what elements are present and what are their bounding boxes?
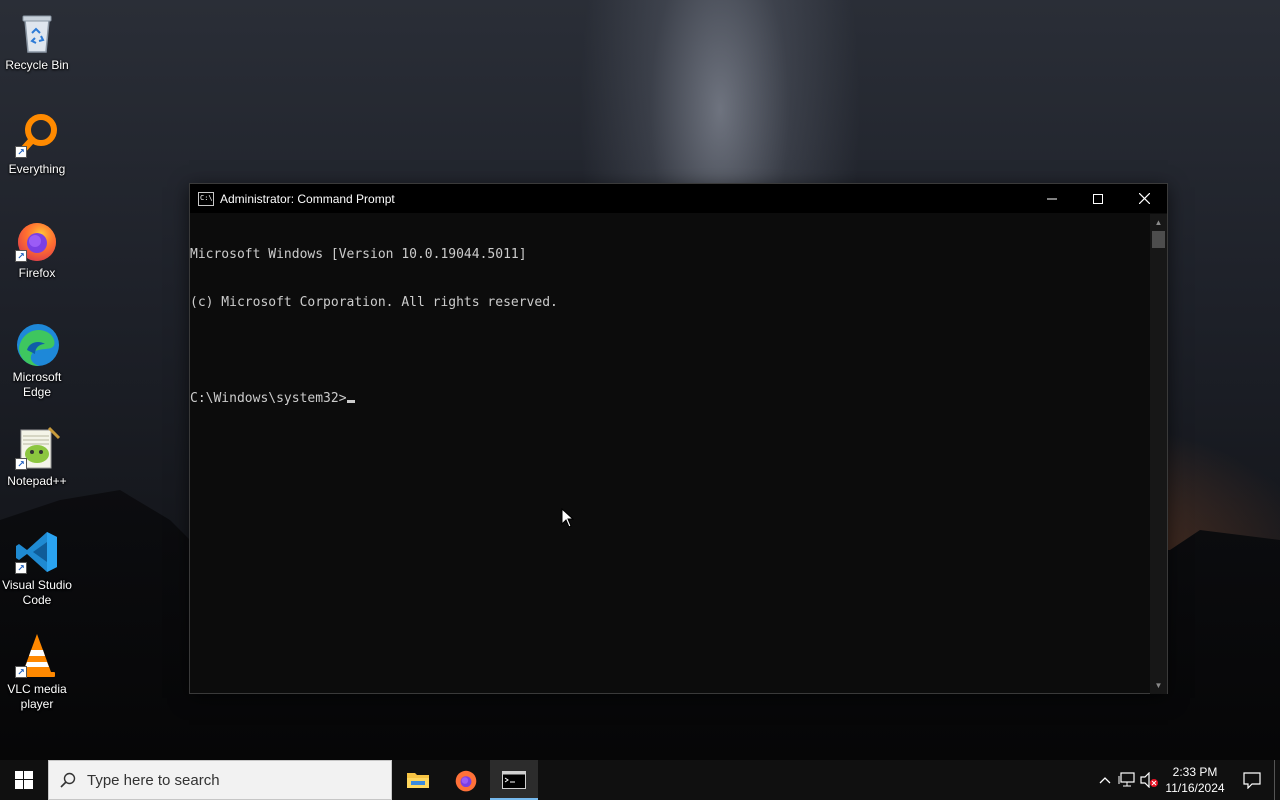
- recycle-bin-icon: [13, 8, 61, 56]
- text-cursor: [346, 400, 355, 403]
- desktop-icon-label: Firefox: [18, 266, 56, 280]
- desktop-icon-firefox[interactable]: ↗ Firefox: [0, 216, 74, 281]
- action-center-button[interactable]: [1230, 760, 1274, 800]
- cmd-icon: C:\: [198, 191, 214, 206]
- search-placeholder: Type here to search: [87, 771, 220, 789]
- desktop-icon-notepad-plus-plus[interactable]: ↗ Notepad++: [0, 424, 74, 489]
- console-prompt: C:\Windows\system32>: [190, 391, 347, 406]
- console-line: Microsoft Windows [Version 10.0.19044.50…: [190, 247, 527, 262]
- maximize-button[interactable]: [1075, 184, 1121, 213]
- network-button[interactable]: [1116, 760, 1138, 800]
- shortcut-arrow-icon: ↗: [15, 666, 27, 678]
- minimize-button[interactable]: [1029, 184, 1075, 213]
- notification-icon: [1243, 771, 1261, 789]
- vertical-scrollbar[interactable]: ▲ ▼: [1150, 214, 1167, 694]
- maximize-icon: [1093, 193, 1103, 204]
- desktop-icon-label: Microsoft Edge: [12, 370, 62, 399]
- chevron-up-icon: [1099, 777, 1111, 784]
- firefox-icon: ↗: [13, 216, 61, 264]
- desktop-icon-label: Notepad++: [7, 474, 67, 488]
- taskbar: Type here to search 2:33 PM 11/16/2024: [0, 760, 1280, 800]
- shortcut-arrow-icon: ↗: [15, 250, 27, 262]
- file-explorer-icon: [407, 773, 429, 788]
- vlc-icon: ↗: [13, 632, 61, 680]
- start-button[interactable]: [0, 760, 48, 800]
- taskbar-firefox[interactable]: [442, 760, 490, 800]
- clock-time: 2:33 PM: [1172, 765, 1218, 779]
- taskbar-command-prompt[interactable]: [490, 760, 538, 800]
- volume-muted-icon: [1140, 772, 1158, 788]
- show-desktop-button[interactable]: [1274, 760, 1280, 800]
- command-prompt-window[interactable]: C:\ Administrator: Command Prompt Micros…: [189, 183, 1168, 694]
- mouse-pointer-icon: [561, 508, 575, 528]
- desktop-icon-label: Everything: [8, 162, 66, 176]
- firefox-icon: [455, 770, 477, 792]
- scroll-down-icon[interactable]: ▼: [1150, 677, 1167, 694]
- desktop-icon-microsoft-edge[interactable]: Microsoft Edge: [0, 320, 74, 400]
- scroll-thumb[interactable]: [1152, 231, 1165, 248]
- search-icon: [49, 772, 87, 788]
- taskbar-search-box[interactable]: Type here to search: [48, 760, 392, 800]
- desktop-icon-vscode[interactable]: ↗ Visual Studio Code: [0, 528, 74, 608]
- window-titlebar[interactable]: C:\ Administrator: Command Prompt: [190, 184, 1167, 213]
- minimize-icon: [1047, 198, 1057, 199]
- show-hidden-icons-button[interactable]: [1094, 760, 1116, 800]
- system-tray: 2:33 PM 11/16/2024: [1094, 760, 1280, 800]
- desktop-icon-label: VLC media player: [7, 682, 67, 711]
- console-line: (c) Microsoft Corporation. All rights re…: [190, 295, 558, 310]
- close-icon: [1138, 193, 1150, 204]
- desktop-icon-vlc[interactable]: ↗ VLC media player: [0, 632, 74, 712]
- desktop-icon-everything[interactable]: ↗ Everything: [0, 112, 74, 177]
- shortcut-arrow-icon: ↗: [15, 146, 27, 158]
- notepad-plus-plus-icon: ↗: [13, 424, 61, 472]
- everything-search-icon: ↗: [13, 112, 61, 160]
- console-prompt-line[interactable]: C:\Windows\system32>: [190, 391, 1150, 407]
- shortcut-arrow-icon: ↗: [15, 458, 27, 470]
- cmd-icon: [502, 771, 526, 789]
- taskbar-file-explorer[interactable]: [394, 760, 442, 800]
- desktop-icon-label: Recycle Bin: [5, 58, 69, 72]
- network-icon: [1118, 772, 1135, 787]
- shortcut-arrow-icon: ↗: [15, 562, 27, 574]
- close-button[interactable]: [1121, 184, 1167, 213]
- volume-button[interactable]: [1138, 760, 1160, 800]
- edge-icon: [13, 320, 61, 368]
- scroll-up-icon[interactable]: ▲: [1150, 214, 1167, 231]
- desktop-icon-label: Visual Studio Code: [2, 578, 72, 607]
- window-title: Administrator: Command Prompt: [220, 191, 395, 206]
- vscode-icon: ↗: [13, 528, 61, 576]
- windows-logo-icon: [15, 771, 33, 789]
- taskbar-clock[interactable]: 2:33 PM 11/16/2024: [1160, 764, 1230, 796]
- desktop-icon-recycle-bin[interactable]: Recycle Bin: [0, 8, 74, 73]
- console-output[interactable]: Microsoft Windows [Version 10.0.19044.50…: [190, 214, 1150, 694]
- clock-date: 11/16/2024: [1165, 781, 1225, 795]
